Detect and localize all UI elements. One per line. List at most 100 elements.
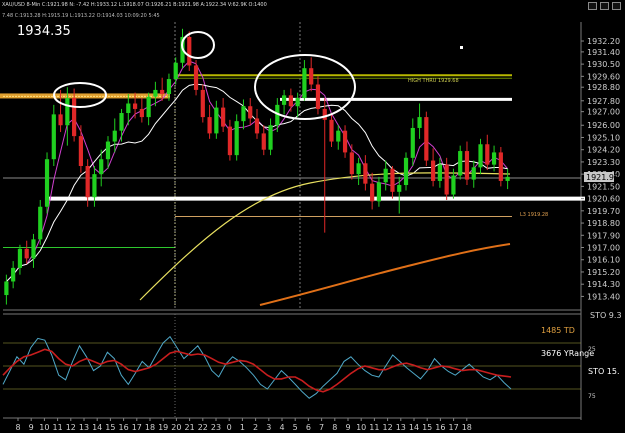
price-tick-label: 1918.80: [587, 219, 620, 228]
time-tick-label: 8: [15, 423, 20, 432]
highlight-circle: [181, 31, 215, 59]
bullish-candle: [234, 121, 239, 156]
price-tick-label: 1917.90: [587, 231, 620, 240]
bullish-candle: [376, 182, 382, 202]
time-tick-label: 9: [29, 423, 34, 432]
bearish-candle: [309, 68, 314, 85]
bearish-candle: [329, 119, 334, 142]
time-tick-label: 18: [145, 423, 155, 432]
price-chart-canvas: 1932.20 1931.40 1930.50 1929.60 1928.80 1927.…: [0, 22, 622, 432]
bullish-candle: [437, 164, 442, 181]
bullish-candle: [105, 141, 111, 160]
stochastic-signal-line: [2, 348, 512, 393]
bullish-candle: [65, 98, 70, 126]
bullish-candle: [51, 114, 56, 160]
bullish-candle: [126, 103, 131, 114]
time-tick-label: 2: [253, 423, 258, 432]
bullish-candle: [356, 163, 361, 175]
time-tick-label: 14: [92, 423, 102, 432]
bearish-candle: [187, 36, 192, 66]
price-tick-label: 1927.00: [587, 108, 620, 117]
bullish-candle: [92, 174, 97, 198]
bullish-candle: [403, 157, 409, 186]
bearish-candle: [193, 65, 199, 90]
bullish-candle: [336, 130, 341, 142]
time-tick-label: 8: [332, 423, 337, 432]
bullish-candle: [397, 185, 402, 192]
bullish-candle: [119, 113, 124, 131]
time-tick-label: 11: [53, 423, 63, 432]
bearish-candle: [424, 117, 429, 161]
bullish-candle: [173, 62, 178, 80]
bearish-candle: [363, 163, 368, 184]
price-tick-label: 1924.20: [587, 146, 620, 155]
time-tick-label: 11: [369, 423, 379, 432]
bullish-candle: [146, 96, 151, 118]
time-tick-label: 15: [105, 423, 115, 432]
lower-line-label: L3 1919.28: [520, 212, 548, 218]
bullish-candle: [31, 239, 36, 259]
price-tick-label: 1919.70: [587, 207, 620, 216]
bullish-candle: [505, 176, 510, 181]
price-tick-label: 1920.60: [587, 195, 620, 204]
bearish-candle: [139, 108, 144, 118]
osc-tick-label: 75: [588, 393, 596, 400]
time-tick-label: 20: [171, 423, 181, 432]
bullish-candle: [417, 117, 422, 128]
time-tick-label: 7: [319, 423, 324, 432]
bearish-candle: [261, 133, 266, 150]
time-tick-label: 18: [462, 423, 472, 432]
time-tick-label: 10: [356, 423, 366, 432]
bullish-candle: [44, 159, 50, 207]
bullish-candle: [241, 106, 246, 122]
bullish-candle: [38, 206, 43, 240]
time-tick-label: 5: [293, 423, 298, 432]
current-price-tag: 1921.98: [586, 173, 619, 182]
bearish-candle: [72, 98, 77, 137]
time-tick-label: 14: [409, 423, 419, 432]
bearish-candle: [207, 117, 212, 134]
bullish-candle: [268, 125, 273, 150]
bullish-candle: [112, 130, 117, 142]
bearish-candle: [498, 152, 503, 181]
price-tick-label: 1923.30: [587, 158, 620, 167]
small-marker: [460, 46, 463, 49]
bullish-candle: [11, 267, 16, 282]
price-tick-label: 1914.30: [587, 280, 620, 289]
upper-line-label: HIGH THRU 1929.68: [408, 78, 459, 84]
bearish-candle: [78, 136, 83, 166]
price-tick-label: 1916.10: [587, 256, 620, 265]
sto-bottom-label: STO 15.: [588, 367, 620, 376]
td-label: 1485 TD: [541, 326, 575, 335]
bearish-candle: [200, 89, 205, 118]
bearish-candle: [349, 152, 354, 175]
bullish-candle: [214, 107, 219, 134]
bullish-candle: [281, 95, 287, 105]
time-tick-label: 19: [158, 423, 168, 432]
bearish-candle: [24, 248, 29, 259]
time-tick-label: 23: [211, 423, 221, 432]
price-tick-label: 1930.50: [587, 60, 620, 69]
bullish-candle: [17, 248, 23, 268]
bearish-candle: [342, 130, 348, 153]
bullish-candle: [410, 127, 415, 158]
time-tick-label: 6: [306, 423, 311, 432]
candles: [4, 28, 510, 305]
bearish-candle: [464, 151, 470, 180]
big-price-readout: 1934.35: [17, 24, 71, 39]
price-tick-label: 1917.00: [587, 244, 620, 253]
time-tick-label: 12: [383, 423, 393, 432]
time-tick-label: 16: [435, 423, 445, 432]
bullish-candle: [99, 159, 104, 175]
bearish-candle: [85, 166, 90, 198]
stochastic-panel: STO 9.3 1485 TD 3676 YRange STO 15. 25 75: [2, 311, 622, 419]
time-tick-label: 21: [185, 423, 195, 432]
price-tick-label: 1931.40: [587, 48, 620, 57]
bullish-candle: [491, 152, 497, 165]
time-tick-label: 15: [422, 423, 432, 432]
price-tick-label: 1913.40: [587, 292, 620, 301]
time-tick-label: 9: [345, 423, 350, 432]
price-tick-label: 1915.20: [587, 268, 620, 277]
bearish-candle: [315, 84, 321, 109]
time-tick-label: 1: [240, 423, 245, 432]
